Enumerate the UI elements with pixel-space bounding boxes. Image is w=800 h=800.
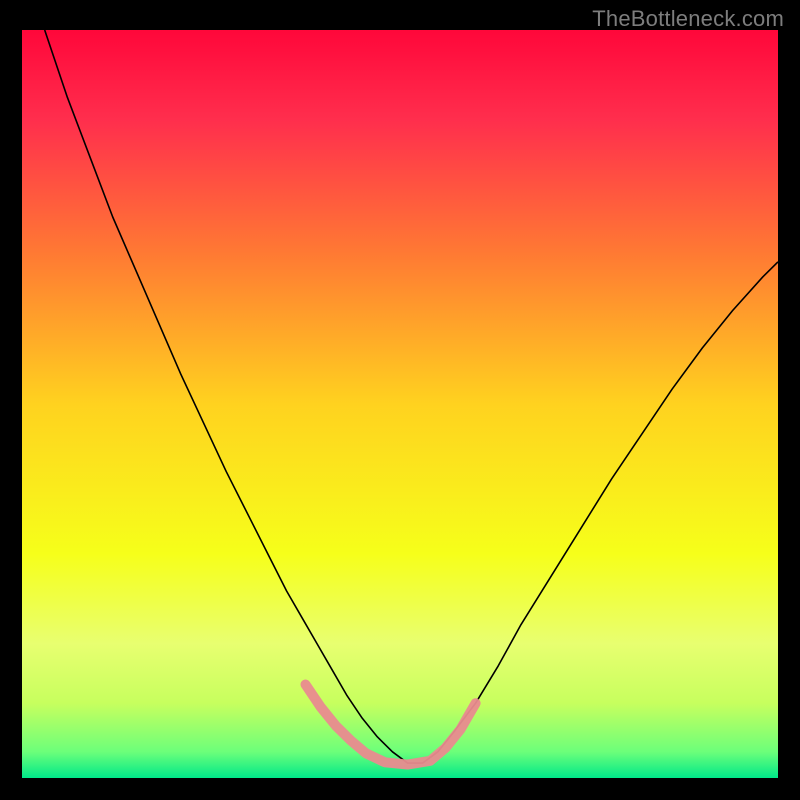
gradient-background	[22, 30, 778, 778]
chart-stage: TheBottleneck.com	[0, 0, 800, 800]
chart-svg	[22, 30, 778, 778]
plot-area	[22, 30, 778, 778]
watermark-text: TheBottleneck.com	[592, 6, 784, 32]
